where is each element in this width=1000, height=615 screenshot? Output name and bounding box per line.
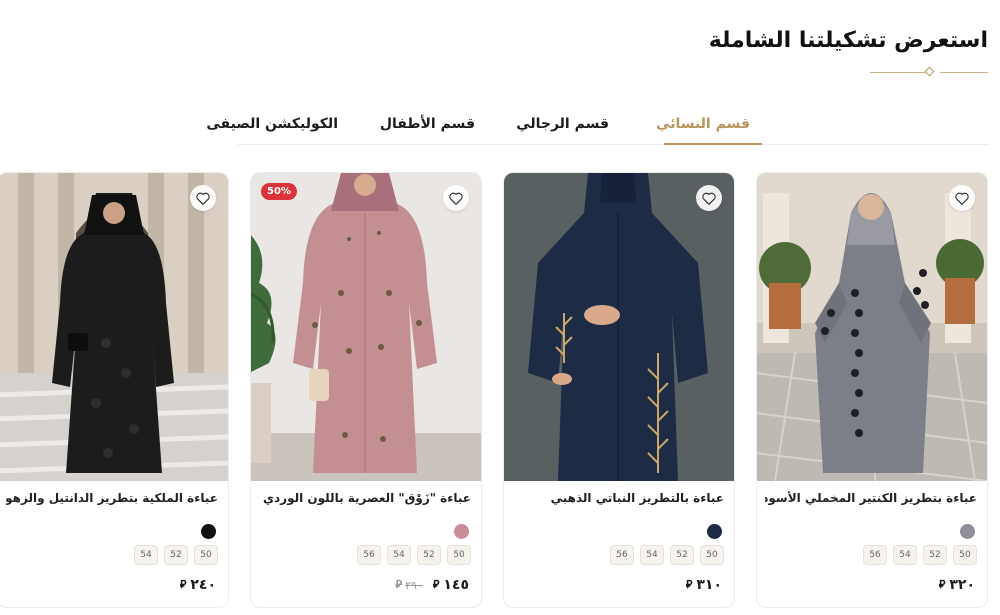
size-option[interactable]: 52 <box>923 545 947 565</box>
size-option[interactable]: 54 <box>134 545 158 565</box>
wishlist-button[interactable] <box>696 185 722 211</box>
wishlist-button[interactable] <box>949 185 975 211</box>
tab-women[interactable]: قسم النسائي <box>656 116 750 132</box>
category-tabs: قسم النسائي قسم الرجالي قسم الأطفال الكو… <box>0 104 1000 146</box>
size-option[interactable]: 56 <box>610 545 634 565</box>
size-options: 50 52 54 <box>134 545 218 565</box>
color-swatch[interactable] <box>454 524 469 539</box>
size-option[interactable]: 50 <box>447 545 471 565</box>
discount-badge: 50% <box>261 183 297 200</box>
product-name[interactable]: عباءة بالتطريز النباتي الذهبي <box>512 491 724 505</box>
size-options: 50 52 54 56 <box>610 545 724 565</box>
heart-icon <box>449 192 463 205</box>
color-swatch[interactable] <box>960 524 975 539</box>
size-option[interactable]: 50 <box>194 545 218 565</box>
price: ١٤٥ ⃁ ٢٩٠ ⃁ <box>396 577 469 593</box>
riyal-icon: ⃁ <box>432 578 440 591</box>
riyal-icon: ⃁ <box>938 578 946 591</box>
heart-icon <box>955 192 969 205</box>
tabs-divider <box>238 144 990 145</box>
size-option[interactable]: 50 <box>953 545 977 565</box>
size-options: 50 52 54 56 <box>863 545 977 565</box>
product-card[interactable]: 50% عباءة "زَوْق" العصرية باللون الوردي … <box>250 172 482 608</box>
heart-icon <box>702 192 716 205</box>
price: ٢٤٠ ⃁ <box>180 577 216 593</box>
size-option[interactable]: 52 <box>670 545 694 565</box>
tab-kids[interactable]: قسم الأطفال <box>380 116 475 132</box>
size-option[interactable]: 54 <box>893 545 917 565</box>
size-option[interactable]: 54 <box>387 545 411 565</box>
riyal-icon: ⃁ <box>179 578 187 591</box>
product-name[interactable]: عباءة الملكية بتطريز الدانتيل والزهور ال… <box>6 491 218 505</box>
size-option[interactable]: 52 <box>164 545 188 565</box>
tab-men[interactable]: قسم الرجالي <box>516 116 609 132</box>
product-card[interactable]: عباءة بالتطريز النباتي الذهبي 50 52 54 5… <box>503 172 735 608</box>
size-option[interactable]: 54 <box>640 545 664 565</box>
current-price: ٣١٠ ⃁ <box>685 577 722 593</box>
price: ٣٢٠ ⃁ <box>939 577 975 593</box>
current-price: ٣٢٠ ⃁ <box>938 577 975 593</box>
product-card[interactable]: عباءة الملكية بتطريز الدانتيل والزهور ال… <box>0 172 229 608</box>
current-price: ١٤٥ ⃁ <box>432 577 469 593</box>
size-option[interactable]: 50 <box>700 545 724 565</box>
active-tab-indicator <box>664 143 762 145</box>
riyal-icon: ⃁ <box>395 578 403 591</box>
product-image[interactable] <box>504 173 734 481</box>
size-options: 50 52 54 56 <box>357 545 471 565</box>
product-image[interactable] <box>0 173 228 481</box>
product-image[interactable] <box>757 173 987 481</box>
current-price: ٢٤٠ ⃁ <box>179 577 216 593</box>
original-price: ٢٩٠ ⃁ <box>395 578 423 592</box>
product-name[interactable]: عباءة بتطريز الكنتير المخملي الأسود <box>765 491 977 505</box>
riyal-icon: ⃁ <box>685 578 693 591</box>
section-title: استعرض تشكيلتنا الشاملة <box>708 28 988 53</box>
wishlist-button[interactable] <box>443 185 469 211</box>
size-option[interactable]: 56 <box>863 545 887 565</box>
product-card[interactable]: عباءة بتطريز الكنتير المخملي الأسود 50 5… <box>756 172 988 608</box>
product-name[interactable]: عباءة "زَوْق" العصرية باللون الوردي المط… <box>259 491 471 505</box>
heart-icon <box>196 192 210 205</box>
price: ٣١٠ ⃁ <box>686 577 722 593</box>
product-image[interactable]: 50% <box>251 173 481 481</box>
size-option[interactable]: 52 <box>417 545 441 565</box>
color-swatch[interactable] <box>707 524 722 539</box>
tab-summer-collection[interactable]: الكوليكشن الصيفى <box>206 116 338 132</box>
size-option[interactable]: 56 <box>357 545 381 565</box>
color-swatch[interactable] <box>201 524 216 539</box>
title-ornament <box>870 66 988 80</box>
wishlist-button[interactable] <box>190 185 216 211</box>
